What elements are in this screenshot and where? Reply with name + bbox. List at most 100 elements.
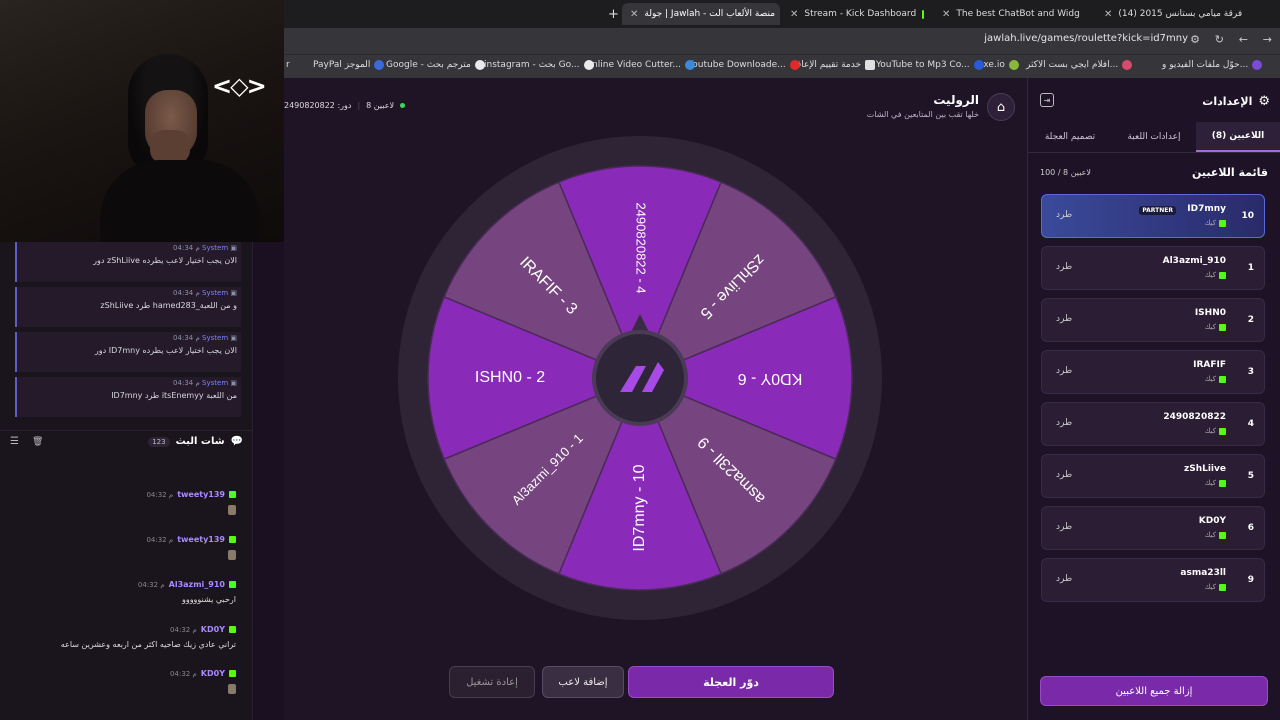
- game-status: دور: 2490820822 | 8 لاعبين: [284, 101, 406, 110]
- close-icon[interactable]: ✕: [790, 9, 798, 20]
- kick-icon: [229, 491, 236, 498]
- tab-kick-dashboard[interactable]: ✕ Stream - Kick Dashboard: [782, 3, 932, 25]
- player-platform: كيك: [1205, 219, 1226, 227]
- tab-wheel-design[interactable]: تصميم العجلة: [1028, 122, 1112, 152]
- google-icon: [583, 60, 594, 70]
- url-field[interactable]: jawlah.live/games/roulette?kick=id7mny: [984, 33, 1188, 44]
- partner-badge: PARTNER: [1139, 206, 1176, 215]
- bookmark-icon: [973, 60, 984, 70]
- kick-player-button[interactable]: طرد: [1056, 522, 1072, 532]
- webcam-overlay: <◇>: [0, 0, 284, 242]
- streamer-hand: [150, 130, 190, 164]
- kick-player-button[interactable]: طرد: [1056, 366, 1072, 376]
- emote-icon: [228, 505, 236, 515]
- bookmark-item[interactable]: exe.io: [978, 60, 1019, 70]
- player-name: ID7mny: [1187, 204, 1226, 214]
- close-icon[interactable]: ✕: [1104, 9, 1112, 20]
- player-name: KD0Y: [1198, 516, 1226, 526]
- menu-icon[interactable]: ☰: [10, 436, 19, 447]
- remove-all-players-button[interactable]: إزالة جميع اللاعبين: [1040, 676, 1268, 706]
- player-platform: كيك: [1205, 583, 1226, 591]
- trash-icon[interactable]: 🗑: [32, 437, 43, 447]
- site-settings-icon[interactable]: ⚙: [1190, 33, 1200, 46]
- reload-icon[interactable]: ↻: [1215, 33, 1224, 46]
- player-name: asma23ll: [1180, 568, 1226, 578]
- tab-youtube[interactable]: ✕ (14) فرقة ميامي بستانس 2015: [1096, 3, 1256, 25]
- bookmark-item[interactable]: Youtube Downloade...: [688, 60, 800, 70]
- bookmark-icon: [374, 60, 385, 70]
- player-row: 9 asma23ll كيك طرد: [1041, 558, 1265, 602]
- kick-player-button[interactable]: طرد: [1056, 470, 1072, 480]
- bookmark-icon: [1252, 60, 1263, 70]
- tab-game-settings[interactable]: إعدادات اللعبة: [1112, 122, 1196, 152]
- system-icon: ▣: [230, 289, 237, 297]
- spin-button[interactable]: دوّر العجلة: [628, 666, 834, 698]
- player-rank: 1: [1247, 263, 1254, 273]
- bookmark-item[interactable]: خدمة تقييم الإعاقة: [792, 60, 876, 70]
- kick-player-button[interactable]: طرد: [1056, 418, 1072, 428]
- bookmark-item[interactable]: YouTube to Mp3 Co...: [876, 60, 984, 70]
- kick-icon: [1219, 583, 1226, 591]
- bookmark-item[interactable]: حوّل ملفات الفيديو و...: [1162, 60, 1263, 70]
- roulette-wheel[interactable]: 2490820822 - 4 zShLiive - 5 KD0Y - 6 asma23…: [398, 136, 882, 620]
- bookmark-item[interactable]: instagram - بحث Go...: [484, 60, 594, 70]
- player-platform: كيك: [1205, 531, 1226, 539]
- username[interactable]: Al3azmi_910: [169, 580, 225, 589]
- kick-icon: [1219, 427, 1226, 435]
- kick-icon: [1219, 271, 1226, 279]
- kick-player-button[interactable]: طرد: [1056, 262, 1072, 272]
- chat-icon: 💬: [230, 436, 243, 447]
- chat-title: شات البث: [175, 436, 225, 447]
- username[interactable]: KD0Y: [201, 625, 225, 634]
- bookmark-item[interactable]: r: [286, 60, 290, 70]
- bookmark-item[interactable]: افلام ايجي بست الاكثر...: [1026, 60, 1133, 70]
- collapse-panel-button[interactable]: ⇥: [1040, 93, 1054, 107]
- message-text: دور ID7mny الان يجب اختيار لاعب يطرده: [94, 346, 237, 355]
- bookmark-icon: [1008, 60, 1019, 70]
- tab-players[interactable]: اللاعبين (8): [1196, 122, 1280, 152]
- player-row: 2 ISHN0 كيك طرد: [1041, 298, 1265, 342]
- username[interactable]: tweety139: [177, 490, 225, 499]
- new-tab-button[interactable]: +: [600, 3, 620, 25]
- tab-jawlah[interactable]: ✕ جولة | Jawlah - منصة الألعاب الت: [622, 3, 780, 25]
- player-rank: 2: [1247, 315, 1254, 325]
- chat-message: 04:32 م Al3azmi_910 ارحبي يشنووووو: [137, 580, 236, 604]
- player-platform: كيك: [1205, 427, 1226, 435]
- bookmark-item[interactable]: Online Video Cutter...: [585, 60, 696, 70]
- message-text: تراني عادي زيك صاحيه اكثر من اربعه وعشري…: [60, 640, 236, 649]
- username[interactable]: tweety139: [177, 535, 225, 544]
- message-meta: 04:34 م System ▣: [173, 244, 237, 252]
- kick-icon: [922, 9, 924, 19]
- wheel-segment-label: 2490820822 - 4: [634, 202, 649, 293]
- divider: [1028, 152, 1280, 153]
- message-meta: 04:34 م System ▣: [173, 334, 237, 342]
- bookmark-item[interactable]: PayPal الموجز: [313, 60, 385, 70]
- wheel-svg: 2490820822 - 4 zShLiive - 5KD0Y - 6asma23…: [398, 136, 882, 620]
- kick-icon: [229, 626, 236, 633]
- system-message: 04:34 م System ▣ دور zShLiive الان يجب اخ…: [15, 242, 241, 282]
- add-player-button[interactable]: إضافة لاعب: [542, 666, 624, 698]
- kick-player-button[interactable]: طرد: [1056, 210, 1072, 220]
- message-text: ID7mny طرد itsEnemyy من اللعبة: [111, 391, 237, 400]
- message-text: دور zShLiive الان يجب اختيار لاعب يطرده: [93, 256, 237, 265]
- game-subtitle: خلها تقب بين المتابعين في الشات: [866, 110, 979, 119]
- settings-panel: الإعدادات ⚙ ⇥ اللاعبين (8) إعدادات اللعب…: [1027, 78, 1280, 720]
- back-icon[interactable]: →: [1263, 33, 1272, 46]
- game-title: الروليت: [933, 93, 979, 107]
- close-icon[interactable]: ✕: [630, 9, 638, 20]
- tab-chatbot[interactable]: ✕ The best ChatBot and Widg: [934, 3, 1094, 25]
- close-icon[interactable]: ✕: [942, 9, 950, 20]
- bookmark-icon: [865, 60, 876, 70]
- kick-player-button[interactable]: طرد: [1056, 574, 1072, 584]
- forward-icon[interactable]: ←: [1239, 33, 1248, 46]
- player-row: 10 ID7mny PARTNER كيك طرد: [1041, 194, 1265, 238]
- players-list-title: قائمة اللاعبين: [1192, 166, 1268, 179]
- kick-icon: [1219, 375, 1226, 383]
- restart-button[interactable]: إعادة تشغيل: [449, 666, 535, 698]
- player-name: 2490820822: [1163, 412, 1226, 422]
- bookmark-item[interactable]: Google - مترجم بحث: [386, 60, 485, 70]
- kick-player-button[interactable]: طرد: [1056, 314, 1072, 324]
- username[interactable]: KD0Y: [201, 669, 225, 678]
- emote: [146, 505, 236, 517]
- home-button[interactable]: ⌂: [987, 93, 1015, 121]
